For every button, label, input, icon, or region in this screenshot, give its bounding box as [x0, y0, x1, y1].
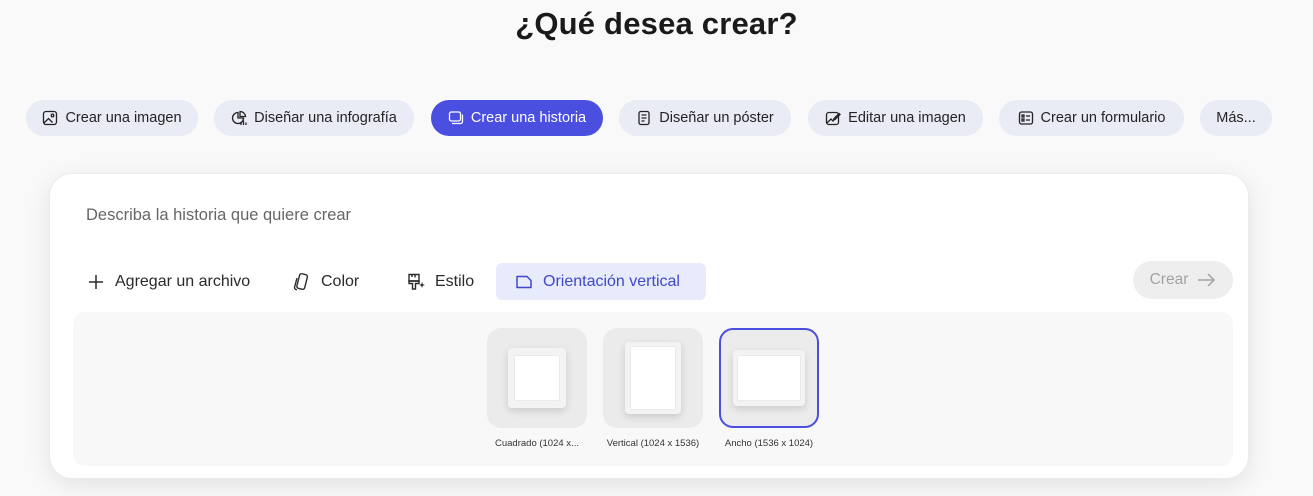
chip-label: Crear una imagen [65, 110, 182, 126]
orientation-option-wide[interactable]: Ancho (1536 x 1024) [719, 328, 819, 449]
edit-image-icon [826, 111, 842, 126]
story-prompt-input[interactable] [86, 202, 986, 228]
orientation-options-panel: Cuadrado (1024 x... Vertical (1024 x 153… [73, 312, 1233, 466]
color-button[interactable]: Color [292, 263, 359, 300]
option-tile [719, 328, 819, 428]
story-icon [448, 111, 464, 125]
orientation-label: Orientación vertical [543, 272, 680, 290]
page-title: ¿Qué desea crear? [515, 6, 798, 41]
frame-portrait-icon [625, 342, 681, 414]
infographic-icon [232, 110, 247, 125]
option-tile [603, 328, 703, 428]
arrow-right-icon [1198, 273, 1216, 287]
option-tile [487, 328, 587, 428]
orientation-option-square[interactable]: Cuadrado (1024 x... [487, 328, 587, 449]
chip-design-infographic[interactable]: Diseñar una infografía [214, 100, 414, 136]
chip-create-story[interactable]: Crear una historia [431, 100, 603, 136]
style-button[interactable]: Estilo [406, 263, 474, 300]
orientation-icon [516, 275, 532, 288]
poster-icon [638, 110, 650, 126]
option-caption: Vertical (1024 x 1536) [606, 438, 700, 449]
chip-edit-image[interactable]: Editar una imagen [808, 100, 983, 136]
chip-label: Más... [1216, 110, 1256, 126]
chip-more[interactable]: Más... [1200, 100, 1272, 136]
orientation-button[interactable]: Orientación vertical [496, 263, 706, 300]
add-file-button[interactable]: Agregar un archivo [86, 263, 250, 300]
frame-landscape-icon [733, 350, 805, 406]
chip-label: Crear una historia [470, 110, 587, 126]
orientation-option-vertical[interactable]: Vertical (1024 x 1536) [603, 328, 703, 449]
chip-design-poster[interactable]: Diseñar un póster [619, 100, 791, 136]
chip-label: Diseñar una infografía [254, 110, 397, 126]
chip-create-image[interactable]: Crear una imagen [26, 100, 198, 136]
chip-label: Editar una imagen [848, 110, 966, 126]
image-icon [43, 110, 58, 126]
color-label: Color [321, 272, 360, 290]
create-label: Crear [1149, 271, 1189, 288]
chip-create-form[interactable]: Crear un formulario [999, 100, 1184, 136]
color-swatch-icon [293, 272, 309, 290]
frame-square-icon [508, 348, 566, 408]
composer-card: Agregar un archivo Color Estilo Orientac… [50, 174, 1248, 478]
style-brush-icon [408, 273, 425, 290]
chip-label: Crear un formulario [1040, 110, 1166, 126]
style-label: Estilo [435, 272, 475, 290]
chip-label: Diseñar un póster [659, 110, 774, 126]
option-caption: Ancho (1536 x 1024) [724, 438, 814, 449]
create-button[interactable]: Crear [1133, 261, 1233, 299]
add-file-label: Agregar un archivo [115, 272, 251, 290]
plus-icon [89, 274, 103, 289]
option-caption: Cuadrado (1024 x... [495, 438, 579, 449]
form-icon [1018, 111, 1033, 125]
